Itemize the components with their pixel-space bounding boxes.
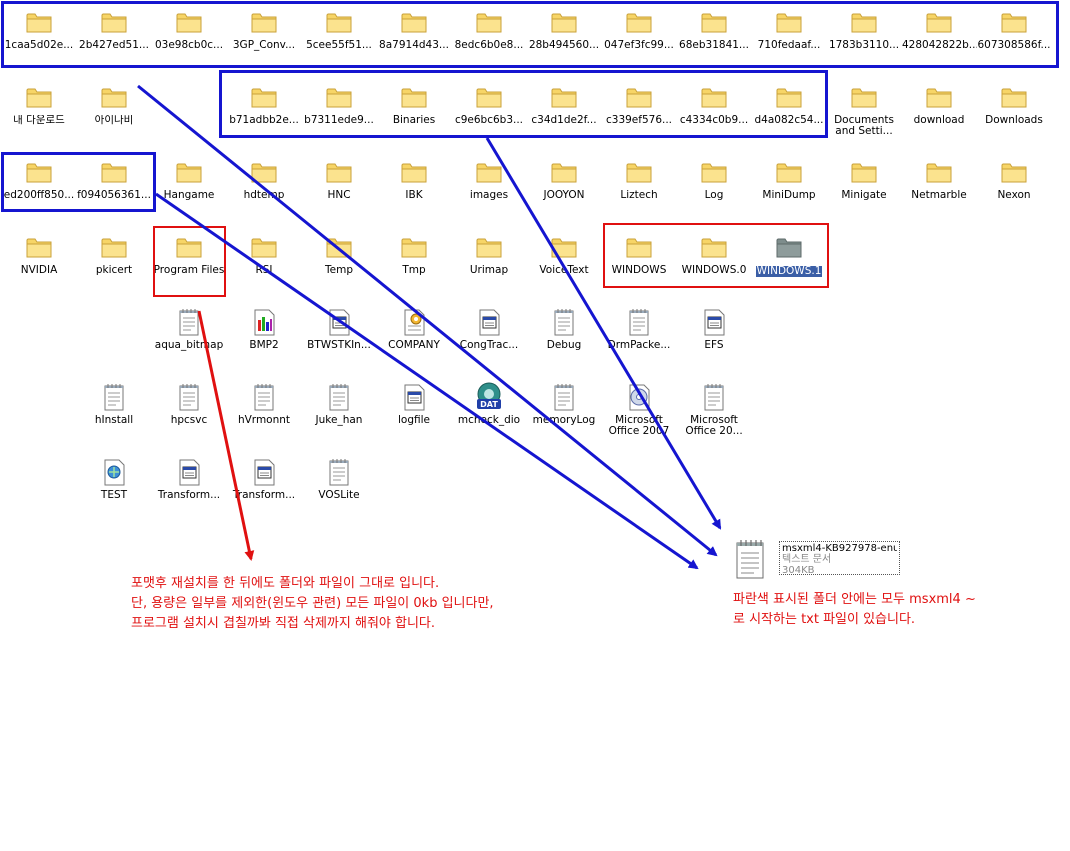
target-file-details: msxml4-KB927978-enu 텍스트 문서 304KB (779, 541, 900, 576)
blue-arrow-2 (155, 192, 699, 570)
target-file-name: msxml4-KB927978-enu (782, 543, 897, 554)
blue-arrow-1 (137, 84, 718, 557)
notepad-icon (734, 538, 768, 584)
folder-explain-note: 파란색 표시된 폴더 안에는 모두 msxml4 ~ 로 시작하는 txt 파일… (733, 590, 976, 630)
red-annotation-note: 포맷후 재설치를 한 뒤에도 폴더와 파일이 그대로 입니다. 단, 용량은 일… (131, 574, 494, 634)
red-arrow (197, 310, 255, 561)
explain-note-line-1: 파란색 표시된 폴더 안에는 모두 msxml4 ~ (733, 592, 976, 607)
target-file-size: 304KB (782, 565, 815, 576)
red-note-line-3: 프로그램 설치시 겹칠까봐 직접 삭제까지 해줘야 합니다. (131, 616, 436, 631)
blue-arrow-3 (485, 137, 722, 530)
annotation-arrows (137, 84, 722, 570)
target-file-type: 텍스트 문서 (782, 554, 832, 565)
red-note-line-1: 포맷후 재설치를 한 뒤에도 폴더와 파일이 그대로 입니다. (131, 576, 440, 591)
explain-note-line-2: 로 시작하는 txt 파일이 있습니다. (733, 612, 916, 627)
red-note-line-2: 단, 용량은 일부를 제외한(윈도우 관련) 모든 파일이 0kb 입니다만, (131, 596, 494, 611)
